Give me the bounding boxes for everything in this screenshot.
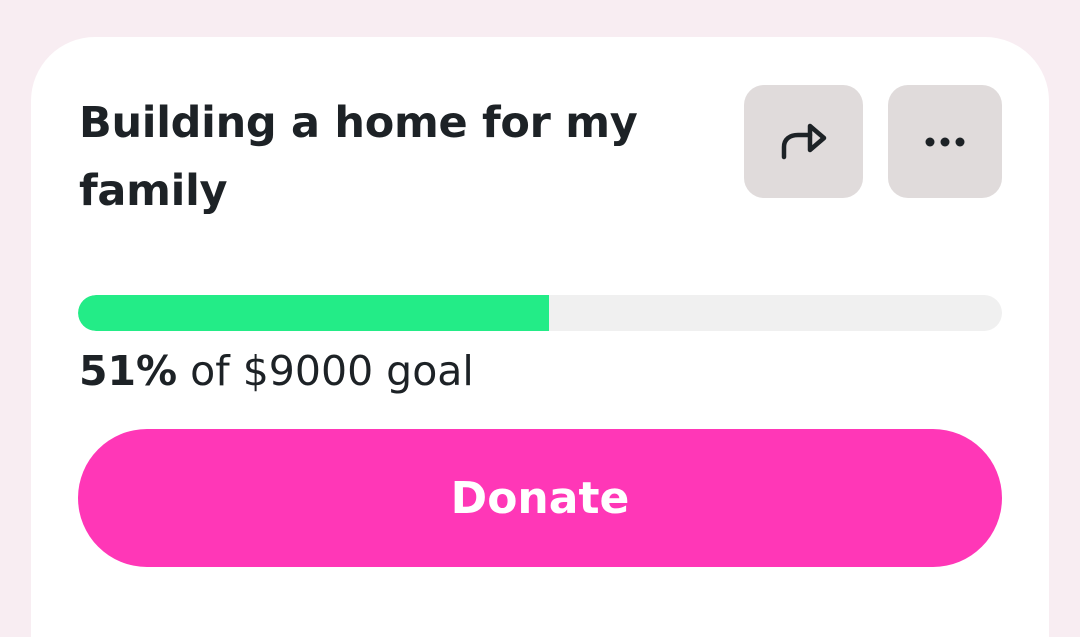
more-horizontal-icon [925, 137, 965, 147]
progress-summary: 51% of $9000 goal [79, 341, 474, 401]
progress-bar [78, 295, 1002, 331]
share-button[interactable] [744, 85, 863, 198]
campaign-title: Building a home for my family [79, 98, 638, 216]
fundraiser-card: Building a home for my family 51% of $90… [31, 37, 1049, 637]
progress-bar-fill [78, 295, 550, 331]
progress-goal: of $9000 goal [177, 347, 474, 395]
more-options-button[interactable] [888, 85, 1002, 198]
share-arrow-icon [779, 121, 829, 163]
progress-percent: 51% [79, 347, 178, 395]
donate-button[interactable]: Donate [78, 429, 1002, 567]
